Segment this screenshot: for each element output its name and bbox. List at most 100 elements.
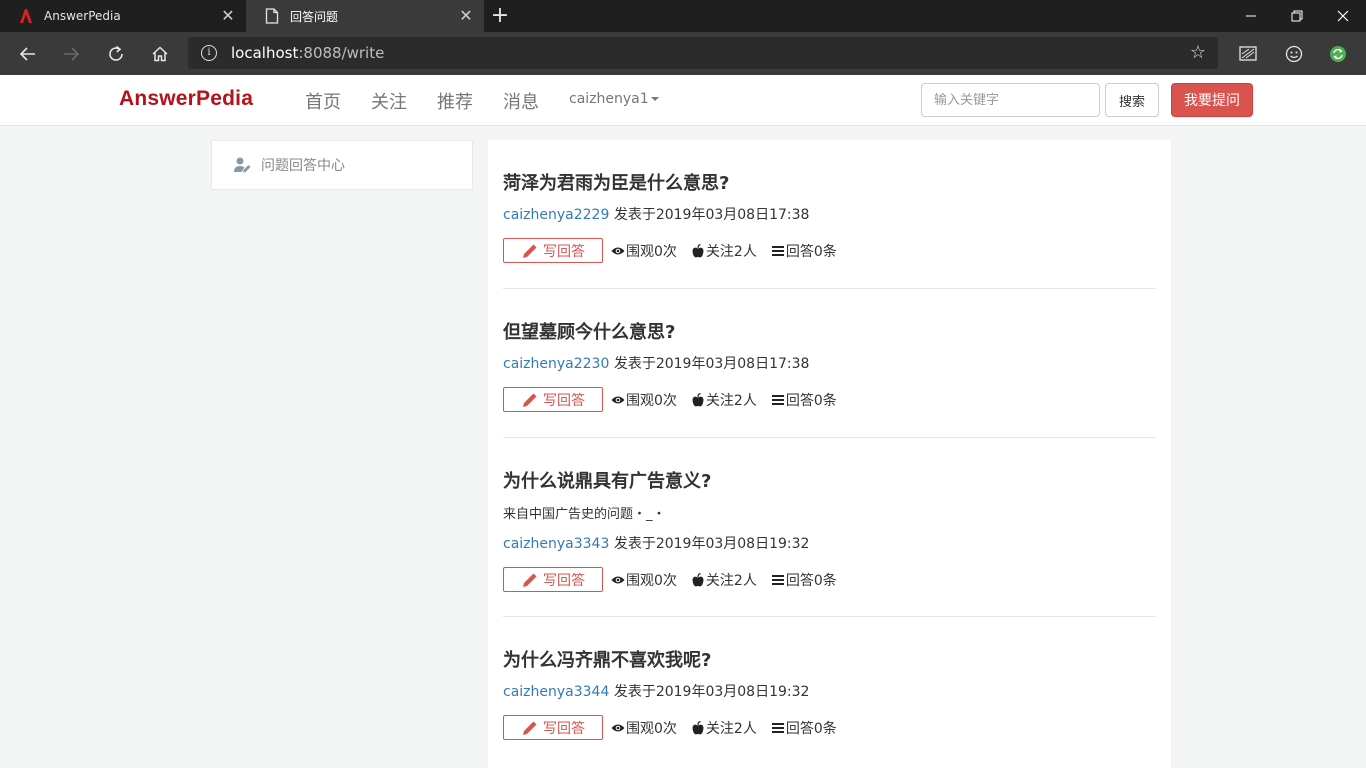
author-link[interactable]: caizhenya2229: [503, 207, 609, 223]
url-text: localhost:8088/write: [231, 44, 385, 62]
eye-icon: [611, 721, 625, 735]
browser-toolbar: i localhost:8088/write ☆: [0, 32, 1366, 75]
question-title[interactable]: 但望墓顾今什么意思?: [503, 322, 1156, 344]
follow-count: 关注2人: [691, 390, 757, 410]
tab-title: 回答问题: [290, 9, 339, 24]
user-dropdown[interactable]: caizhenya1: [569, 91, 659, 107]
pencil-icon: [523, 721, 537, 735]
user-edit-icon: [233, 156, 251, 174]
apple-icon: [691, 572, 705, 587]
write-answer-button[interactable]: 写回答: [503, 238, 603, 263]
refresh-icon[interactable]: [102, 40, 130, 68]
question-actions: 写回答 围观0次 关注2人 回答0条: [503, 238, 1156, 263]
sidebar-item-answer-center[interactable]: 问题回答中心: [211, 140, 473, 190]
eye-icon: [611, 244, 625, 258]
minimize-icon[interactable]: [1228, 0, 1274, 32]
question-meta: caizhenya2229 发表于2019年03月08日17:38: [503, 206, 1156, 224]
sidebar-item-label: 问题回答中心: [261, 158, 345, 174]
close-icon[interactable]: ✕: [458, 8, 474, 24]
close-window-icon[interactable]: [1320, 0, 1366, 32]
question-meta: caizhenya2230 发表于2019年03月08日17:38: [503, 355, 1156, 373]
pencil-icon: [523, 573, 537, 587]
close-icon[interactable]: ✕: [220, 8, 236, 24]
follow-count: 关注2人: [691, 241, 757, 261]
apple-icon: [691, 392, 705, 407]
caret-down-icon: [650, 97, 659, 101]
divider: [503, 437, 1156, 438]
author-link[interactable]: caizhenya2230: [503, 356, 609, 372]
list-icon: [771, 393, 785, 407]
question-description: 来自中国广告史的问题・_・: [503, 507, 666, 522]
restore-icon[interactable]: [1274, 0, 1320, 32]
question-item: 为什么冯齐鼎不喜欢我呢? caizhenya3344 发表于2019年03月08…: [503, 650, 1156, 740]
post-time: 发表于2019年03月08日17:38: [613, 207, 810, 223]
eye-icon: [611, 393, 625, 407]
post-time: 发表于2019年03月08日19:32: [613, 684, 810, 700]
question-title[interactable]: 为什么冯齐鼎不喜欢我呢?: [503, 650, 1156, 672]
question-meta: caizhenya3344 发表于2019年03月08日19:32: [503, 683, 1156, 701]
view-count: 围观0次: [611, 718, 677, 738]
view-count: 围观0次: [611, 241, 677, 261]
nav-item-recommend[interactable]: 推荐: [437, 88, 473, 114]
forward-arrow-icon[interactable]: [57, 40, 85, 68]
new-tab-plus-icon[interactable]: +: [488, 5, 512, 27]
browser-tab-bar: AnswerPedia ✕ 回答问题 ✕ +: [0, 0, 1366, 32]
search-input[interactable]: [921, 83, 1100, 117]
tab-title: AnswerPedia: [44, 9, 121, 23]
list-icon: [771, 721, 785, 735]
bookmark-star-icon[interactable]: ☆: [1188, 43, 1208, 63]
site-favicon-icon: [18, 8, 34, 24]
question-actions: 写回答 围观0次 关注2人 回答0条: [503, 387, 1156, 412]
emoji-feedback-icon[interactable]: [1280, 40, 1308, 68]
question-item: 菏泽为君雨为臣是什么意思? caizhenya2229 发表于2019年03月0…: [503, 173, 1156, 263]
follow-count: 关注2人: [691, 718, 757, 738]
question-actions: 写回答 围观0次 关注2人 回答0条: [503, 567, 1156, 592]
apple-icon: [691, 243, 705, 258]
question-title[interactable]: 菏泽为君雨为臣是什么意思?: [503, 173, 1156, 195]
back-arrow-icon[interactable]: [14, 40, 42, 68]
question-list: 菏泽为君雨为臣是什么意思? caizhenya2229 发表于2019年03月0…: [488, 140, 1171, 768]
view-count: 围观0次: [611, 570, 677, 590]
browser-tab-answer-question[interactable]: 回答问题 ✕: [246, 0, 484, 32]
author-link[interactable]: caizhenya3344: [503, 684, 609, 700]
sync-icon[interactable]: [1324, 40, 1352, 68]
question-title[interactable]: 为什么说鼎具有广告意义?: [503, 471, 1156, 493]
follow-count: 关注2人: [691, 570, 757, 590]
answer-count: 回答0条: [771, 570, 837, 590]
address-bar[interactable]: i localhost:8088/write ☆: [188, 37, 1218, 69]
question-actions: 写回答 围观0次 关注2人 回答0条: [503, 715, 1156, 740]
search-button[interactable]: 搜索: [1105, 83, 1159, 117]
browser-tab-answerpedia[interactable]: AnswerPedia ✕: [0, 0, 246, 32]
post-time: 发表于2019年03月08日19:32: [613, 536, 810, 552]
answer-count: 回答0条: [771, 241, 837, 261]
answer-count: 回答0条: [771, 390, 837, 410]
cast-icon[interactable]: [1234, 40, 1262, 68]
nav-item-follow[interactable]: 关注: [371, 88, 407, 114]
author-link[interactable]: caizhenya3343: [503, 536, 609, 552]
nav-item-home[interactable]: 首页: [305, 88, 341, 114]
write-answer-button[interactable]: 写回答: [503, 567, 603, 592]
question-meta: caizhenya3343 发表于2019年03月08日19:32: [503, 535, 1156, 553]
eye-icon: [611, 573, 625, 587]
username: caizhenya1: [569, 91, 649, 107]
post-time: 发表于2019年03月08日17:38: [613, 356, 810, 372]
question-item: 但望墓顾今什么意思? caizhenya2230 发表于2019年03月08日1…: [503, 322, 1156, 412]
list-icon: [771, 244, 785, 258]
view-count: 围观0次: [611, 390, 677, 410]
site-navbar: AnswerPedia 首页 关注 推荐 消息 caizhenya1 搜索 我要…: [0, 75, 1366, 126]
write-answer-button[interactable]: 写回答: [503, 387, 603, 412]
home-icon[interactable]: [146, 40, 174, 68]
pencil-icon: [523, 393, 537, 407]
answer-count: 回答0条: [771, 718, 837, 738]
site-info-icon[interactable]: i: [201, 45, 217, 61]
page-icon: [264, 8, 280, 24]
brand-logo[interactable]: AnswerPedia: [119, 87, 253, 111]
pencil-icon: [523, 244, 537, 258]
list-icon: [771, 573, 785, 587]
divider: [503, 288, 1156, 289]
ask-question-button[interactable]: 我要提问: [1171, 83, 1253, 117]
write-answer-button[interactable]: 写回答: [503, 715, 603, 740]
divider: [503, 616, 1156, 617]
apple-icon: [691, 720, 705, 735]
nav-item-messages[interactable]: 消息: [503, 88, 539, 114]
